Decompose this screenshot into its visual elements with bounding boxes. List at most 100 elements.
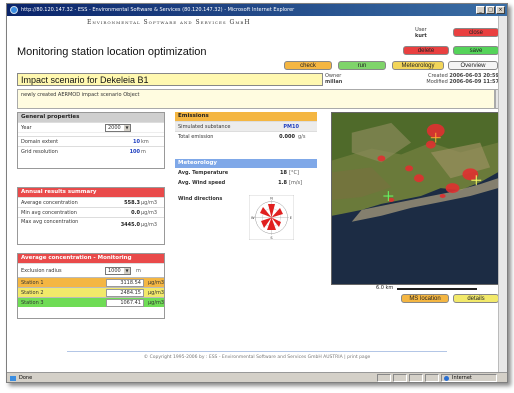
temperature-label: Avg. Temperature (178, 170, 229, 176)
year-value: 2000 (108, 125, 121, 131)
zone-text: Internet (452, 375, 472, 381)
minimize-button[interactable]: _ (476, 6, 485, 14)
save-button[interactable]: save (453, 46, 499, 55)
year-select[interactable]: 2000 ▼ (105, 124, 131, 132)
close-button[interactable]: close (453, 28, 499, 37)
exclusion-unit: m (136, 268, 141, 274)
status-segment (409, 374, 423, 382)
total-emission-value: 0.000 (279, 134, 295, 140)
year-row: Year 2000 ▼ (18, 122, 164, 132)
delete-button[interactable]: delete (403, 46, 449, 55)
zone-segment: Internet (441, 374, 497, 382)
substance-row: Simulated substance PM10 (175, 121, 317, 131)
overview-button[interactable]: Overview (448, 61, 498, 70)
chevron-down-icon: ▼ (124, 125, 130, 131)
modified-value: 2006-06-09 11:57 (449, 79, 499, 85)
annual-value: 3445.0 (120, 222, 140, 228)
grid-label: Grid resolution (21, 149, 58, 155)
window-title: http://80.120.147.32 - ESS - Environment… (21, 7, 295, 13)
modified-label: Modified (426, 79, 448, 85)
owner-info: Owner millan (325, 73, 342, 85)
wind-directions-label: Wind directions (178, 196, 223, 202)
grid-row: Grid resolution 100 m (18, 146, 164, 156)
station-label: Station 3 (21, 300, 44, 306)
annual-row: Average concentration 558.3 µg/m3 (18, 197, 164, 207)
general-properties-header: General properties (18, 113, 164, 122)
scenario-title[interactable]: Impact scenario for Dekeleia B1 (17, 73, 323, 86)
annual-results-panel: Annual results summary Average concentra… (17, 187, 165, 245)
ms-location-button[interactable]: MS location (401, 294, 449, 303)
annual-results-header: Annual results summary (18, 188, 164, 197)
page-title: Monitoring station location optimization (17, 46, 207, 58)
run-button[interactable]: run (338, 61, 386, 70)
page-scrollbar[interactable] (498, 16, 507, 372)
general-properties-panel: General properties Year 2000 ▼ Domain ex… (17, 112, 165, 169)
station-value: 3118.54 (106, 279, 144, 287)
station-unit: µg/m3 (148, 300, 165, 306)
compass-west: W (251, 216, 255, 220)
close-window-button[interactable]: × (496, 6, 505, 14)
window-controls: _ □ × (476, 6, 505, 14)
map-image (332, 113, 498, 284)
wind-speed-row: Avg. Wind speed 1.8 [m/s] (175, 178, 317, 188)
scale-label: 6.0 km (376, 285, 394, 291)
meteorology-header: Meteorology (175, 159, 317, 168)
status-text: Done (19, 375, 33, 381)
status-segment (425, 374, 439, 382)
meteorology-panel: Meteorology Avg. Temperature 18 [°C] Avg… (175, 159, 317, 194)
total-emission-row: Total emission 0.000 g/s (175, 131, 317, 141)
map-scale: 6.0 km (331, 285, 499, 292)
compass-north: N (270, 197, 273, 201)
exclusion-row: Exclusion radius 1000 ▼ m (18, 263, 164, 277)
monitoring-header: Average concentration - Monitoring (18, 254, 164, 263)
compass-east: E (290, 216, 292, 220)
check-button[interactable]: check (284, 61, 332, 70)
status-segment (393, 374, 407, 382)
temperature-unit: [°C] (289, 170, 299, 176)
annual-row: Min avg concentration 0.0 µg/m3 (18, 207, 164, 217)
maximize-button[interactable]: □ (486, 6, 495, 14)
extent-row: Domain extent 10 km (18, 136, 164, 146)
emissions-header: Emissions (175, 112, 317, 121)
owner-name: millan (325, 79, 343, 85)
page-icon (10, 376, 16, 381)
wind-speed-value: 1.8 (278, 180, 287, 186)
total-emission-unit: g/s (298, 134, 306, 140)
wind-rose-icon: N E S W (249, 195, 294, 240)
footer-divider (67, 351, 447, 352)
footer-copyright: © Copyright 1995-2006 by : ESS - Environ… (143, 355, 371, 360)
temperature-value: 18 (280, 170, 287, 176)
station-row[interactable]: Station 3 1067.41 µg/m3 (18, 297, 164, 307)
user-name: kurt (415, 33, 427, 39)
window-titlebar: http://80.120.147.32 - ESS - Environment… (7, 4, 507, 16)
satellite-map[interactable] (331, 112, 499, 285)
browser-icon (10, 6, 18, 14)
exclusion-label: Exclusion radius (21, 268, 62, 274)
scale-bar (397, 288, 477, 290)
annual-unit: µg/m3 (141, 222, 158, 228)
exclusion-value: 1000 (108, 268, 121, 274)
details-button[interactable]: details (453, 294, 499, 303)
annual-row: Max avg concentration 3445.0 µg/m3 (18, 217, 164, 233)
browser-window: http://80.120.147.32 - ESS - Environment… (6, 3, 508, 383)
description-textarea[interactable]: newly created AERMOD impact scenario Obj… (17, 89, 495, 109)
timestamps: Created 2006-06-03 20:59 Modified 2006-0… (415, 73, 499, 85)
temperature-row: Avg. Temperature 18 [°C] (175, 168, 317, 178)
exclusion-select[interactable]: 1000 ▼ (105, 267, 131, 275)
emissions-panel: Emissions Simulated substance PM10 Total… (175, 112, 317, 152)
chevron-down-icon: ▼ (124, 268, 130, 274)
status-bar: Done Internet (7, 372, 507, 382)
wind-speed-unit: [m/s] (289, 180, 303, 186)
station-value: 1067.41 (106, 299, 144, 307)
station-row[interactable]: Station 2 2484.15 µg/m3 (18, 287, 164, 297)
grid-unit: m (141, 149, 146, 155)
user-info: User kurt (415, 27, 427, 39)
meteorology-button[interactable]: Meteorology (392, 61, 444, 70)
monitoring-panel: Average concentration - Monitoring Exclu… (17, 253, 165, 319)
wind-speed-label: Avg. Wind speed (178, 180, 226, 186)
globe-icon (444, 376, 449, 381)
company-name: Environmental Software and Services GmbH (87, 19, 251, 26)
grid-value[interactable]: 100 (130, 147, 140, 157)
total-emission-label: Total emission (178, 134, 214, 140)
station-row[interactable]: Station 1 3118.54 µg/m3 (18, 277, 164, 287)
